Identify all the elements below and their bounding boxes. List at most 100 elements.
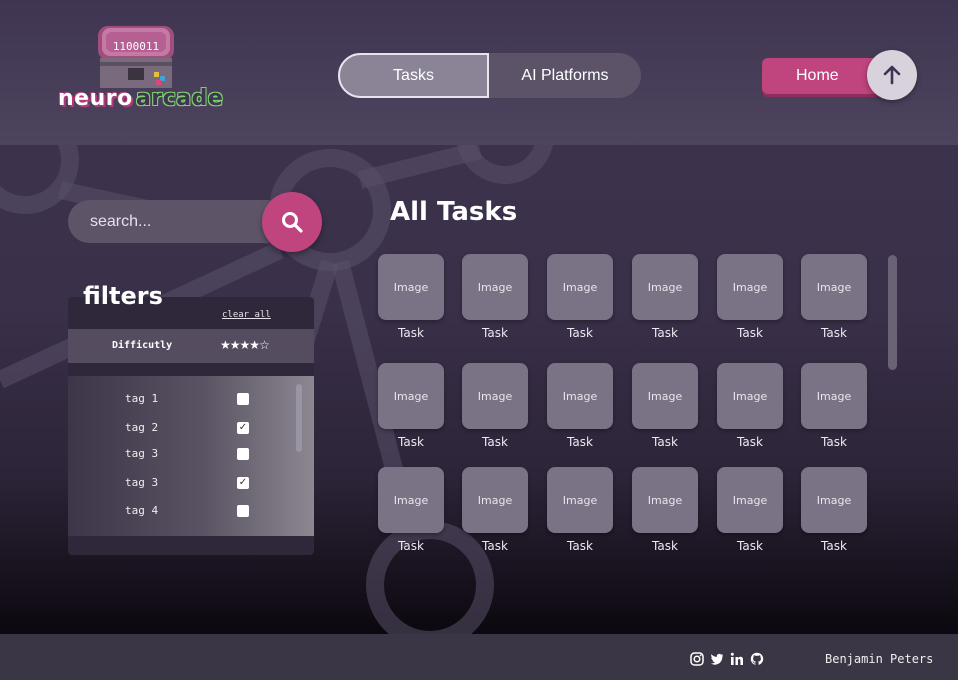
footer: Benjamin Peters: [0, 634, 958, 680]
task-image[interactable]: Image: [462, 254, 528, 320]
task-image[interactable]: Image: [717, 254, 783, 320]
tag-label: tag 1: [125, 392, 159, 405]
star-filled-icon[interactable]: ★: [230, 338, 241, 352]
tab-ai-platforms[interactable]: AI Platforms: [489, 53, 641, 98]
task-card[interactable]: Image Task: [801, 363, 869, 449]
task-image[interactable]: Image: [801, 254, 867, 320]
task-label: Task: [821, 326, 847, 340]
tab-tasks[interactable]: Tasks: [338, 53, 489, 98]
task-card[interactable]: Image Task: [632, 254, 700, 340]
star-empty-icon[interactable]: ☆: [259, 338, 270, 352]
tag-row: tag 3 ✓: [68, 472, 298, 494]
task-label: Task: [482, 326, 508, 340]
tags-list: tag 1 tag 2 ✓ tag 3 tag 3 ✓ tag 4: [68, 376, 314, 536]
tag-label: tag 4: [125, 504, 159, 517]
search-button[interactable]: [262, 192, 322, 252]
scroll-up-button[interactable]: [867, 50, 917, 100]
clear-all-link[interactable]: clear all: [222, 310, 271, 320]
task-label: Task: [482, 539, 508, 553]
task-image[interactable]: Image: [378, 363, 444, 429]
tag-checkbox[interactable]: [237, 393, 249, 405]
task-card[interactable]: Image Task: [801, 254, 869, 340]
tag-checkbox[interactable]: ✓: [237, 422, 249, 434]
page-title: All Tasks: [390, 197, 518, 227]
brand-logo[interactable]: 1100011 neuro arcade: [56, 20, 224, 120]
task-image[interactable]: Image: [378, 467, 444, 533]
star-filled-icon[interactable]: ★: [249, 338, 260, 352]
author-name: Benjamin Peters: [825, 652, 934, 666]
twitter-icon[interactable]: [710, 652, 724, 666]
instagram-icon[interactable]: [690, 652, 704, 666]
task-image[interactable]: Image: [378, 254, 444, 320]
tag-checkbox[interactable]: ✓: [237, 477, 249, 489]
brand-word-neuro: neuro: [58, 86, 133, 111]
tag-label: tag 3: [125, 476, 159, 489]
task-card[interactable]: Image Task: [717, 254, 785, 340]
task-image[interactable]: Image: [717, 363, 783, 429]
task-card[interactable]: Image Task: [462, 467, 530, 553]
linkedin-icon[interactable]: [730, 652, 744, 666]
tag-checkbox[interactable]: [237, 505, 249, 517]
github-icon[interactable]: [750, 652, 764, 666]
task-card[interactable]: Image Task: [378, 254, 446, 340]
task-label: Task: [398, 326, 424, 340]
tag-label: tag 2: [125, 421, 159, 434]
star-filled-icon[interactable]: ★: [220, 338, 231, 352]
task-label: Task: [567, 435, 593, 449]
difficulty-row: Difficutly ★★★★☆: [68, 329, 314, 363]
search-icon: [282, 212, 303, 233]
star-filled-icon[interactable]: ★: [240, 338, 251, 352]
task-card[interactable]: Image Task: [378, 363, 446, 449]
tag-row: tag 4: [68, 500, 298, 522]
task-image[interactable]: Image: [717, 467, 783, 533]
task-label: Task: [652, 539, 678, 553]
header: 1100011 neuro arcade Tasks AI Platforms …: [0, 0, 958, 145]
task-label: Task: [737, 435, 763, 449]
arrow-up-icon: [883, 65, 901, 85]
task-card[interactable]: Image Task: [378, 467, 446, 553]
task-image[interactable]: Image: [632, 254, 698, 320]
task-card[interactable]: Image Task: [717, 467, 785, 553]
task-image[interactable]: Image: [547, 467, 613, 533]
filters-title: filters: [83, 282, 163, 310]
task-image[interactable]: Image: [632, 467, 698, 533]
task-label: Task: [482, 435, 508, 449]
difficulty-stars[interactable]: ★★★★☆: [220, 338, 270, 352]
task-label: Task: [567, 326, 593, 340]
task-image[interactable]: Image: [547, 363, 613, 429]
search-input[interactable]: [90, 200, 260, 243]
task-label: Task: [737, 326, 763, 340]
task-image[interactable]: Image: [462, 467, 528, 533]
task-label: Task: [652, 326, 678, 340]
task-card[interactable]: Image Task: [632, 467, 700, 553]
task-label: Task: [398, 435, 424, 449]
task-image[interactable]: Image: [632, 363, 698, 429]
task-image[interactable]: Image: [547, 254, 613, 320]
task-card[interactable]: Image Task: [462, 363, 530, 449]
task-label: Task: [652, 435, 678, 449]
sparkle-icon: [154, 72, 165, 85]
task-label: Task: [567, 539, 593, 553]
task-label: Task: [821, 435, 847, 449]
tag-row: tag 1: [68, 388, 298, 410]
task-label: Task: [737, 539, 763, 553]
difficulty-label: Difficutly: [112, 340, 173, 351]
task-label: Task: [398, 539, 424, 553]
task-label: Task: [821, 539, 847, 553]
task-grid-scrollbar[interactable]: [888, 255, 897, 370]
task-card[interactable]: Image Task: [547, 363, 615, 449]
task-card[interactable]: Image Task: [632, 363, 700, 449]
tag-checkbox[interactable]: [237, 448, 249, 460]
task-image[interactable]: Image: [801, 467, 867, 533]
tag-row: tag 2 ✓: [68, 417, 298, 439]
tag-label: tag 3: [125, 447, 159, 460]
brand-word-arcade: arcade: [136, 86, 224, 111]
task-card[interactable]: Image Task: [801, 467, 869, 553]
nav-tabs: Tasks AI Platforms: [338, 53, 641, 98]
task-card[interactable]: Image Task: [547, 254, 615, 340]
task-card[interactable]: Image Task: [547, 467, 615, 553]
task-card[interactable]: Image Task: [462, 254, 530, 340]
task-image[interactable]: Image: [462, 363, 528, 429]
task-card[interactable]: Image Task: [717, 363, 785, 449]
task-image[interactable]: Image: [801, 363, 867, 429]
